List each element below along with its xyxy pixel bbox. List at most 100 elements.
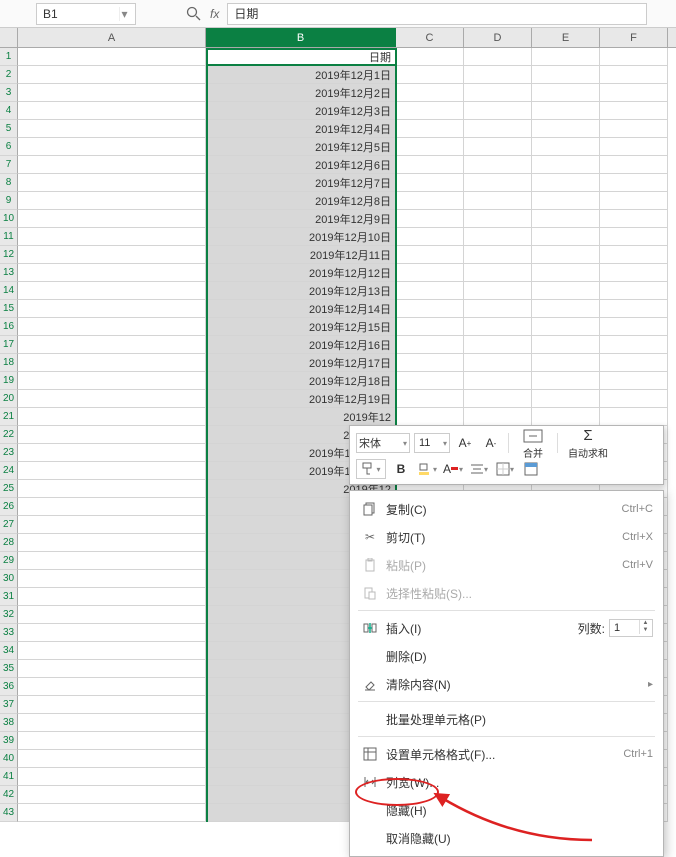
cell[interactable]	[18, 570, 206, 588]
insert-count-spinner[interactable]: 1 ▲▼	[609, 619, 653, 637]
cell[interactable]	[532, 318, 600, 336]
row-header[interactable]: 15	[0, 300, 18, 318]
row-header[interactable]: 33	[0, 624, 18, 642]
cell[interactable]	[532, 174, 600, 192]
cell[interactable]	[18, 192, 206, 210]
cell[interactable]	[396, 246, 464, 264]
cell[interactable]	[532, 408, 600, 426]
cell[interactable]: 2019年12月15日	[206, 318, 396, 336]
cell[interactable]	[600, 156, 668, 174]
row-header[interactable]: 26	[0, 498, 18, 516]
menu-copy[interactable]: 复制(C) Ctrl+C	[350, 495, 663, 523]
cell[interactable]	[600, 390, 668, 408]
fill-color-button[interactable]: ▾	[416, 459, 438, 479]
menu-unhide[interactable]: 取消隐藏(U)	[350, 824, 663, 852]
cell[interactable]	[532, 390, 600, 408]
row-header[interactable]: 36	[0, 678, 18, 696]
row-header[interactable]: 24	[0, 462, 18, 480]
cell[interactable]: 2019年12月5日	[206, 138, 396, 156]
table-style-button[interactable]	[520, 459, 542, 479]
menu-delete[interactable]: 删除(D)	[350, 642, 663, 670]
row-header[interactable]: 8	[0, 174, 18, 192]
select-all-corner[interactable]	[0, 28, 18, 47]
formula-input[interactable]: 日期	[227, 3, 647, 25]
cell[interactable]	[18, 552, 206, 570]
cell[interactable]	[464, 318, 532, 336]
cell[interactable]	[532, 228, 600, 246]
cell[interactable]	[18, 228, 206, 246]
cell[interactable]	[600, 120, 668, 138]
cell[interactable]	[396, 192, 464, 210]
row-header[interactable]: 16	[0, 318, 18, 336]
cell[interactable]: 2019年12月11日	[206, 246, 396, 264]
cell[interactable]	[532, 192, 600, 210]
row-header[interactable]: 28	[0, 534, 18, 552]
cell[interactable]	[532, 210, 600, 228]
cell[interactable]	[396, 318, 464, 336]
fx-icon[interactable]: fx	[210, 7, 219, 21]
cell[interactable]	[600, 102, 668, 120]
cell[interactable]	[18, 84, 206, 102]
cell[interactable]	[464, 264, 532, 282]
row-header[interactable]: 2	[0, 66, 18, 84]
cell[interactable]	[18, 48, 206, 66]
row-header[interactable]: 34	[0, 642, 18, 660]
cell[interactable]	[18, 732, 206, 750]
menu-cut[interactable]: ✂ 剪切(T) Ctrl+X	[350, 523, 663, 551]
cell[interactable]	[18, 264, 206, 282]
cell[interactable]	[464, 300, 532, 318]
row-header[interactable]: 4	[0, 102, 18, 120]
cell[interactable]	[464, 102, 532, 120]
menu-column-width[interactable]: 列宽(W)...	[350, 768, 663, 796]
cell[interactable]	[18, 426, 206, 444]
cell[interactable]	[600, 138, 668, 156]
menu-batch-cells[interactable]: 批量处理单元格(P)	[350, 705, 663, 733]
cell[interactable]	[600, 264, 668, 282]
row-header[interactable]: 43	[0, 804, 18, 822]
cell[interactable]	[18, 606, 206, 624]
col-header-F[interactable]: F	[600, 28, 668, 47]
cell[interactable]: 2019年12月6日	[206, 156, 396, 174]
row-header[interactable]: 9	[0, 192, 18, 210]
cell[interactable]	[532, 372, 600, 390]
cell[interactable]	[18, 408, 206, 426]
cell[interactable]	[464, 372, 532, 390]
cell[interactable]	[18, 498, 206, 516]
cell[interactable]	[532, 102, 600, 120]
cell[interactable]	[18, 372, 206, 390]
font-decrease-button[interactable]: A-	[480, 433, 502, 453]
cell[interactable]: 2019年12月2日	[206, 84, 396, 102]
name-box[interactable]: B1 ▾	[36, 3, 136, 25]
row-header[interactable]: 22	[0, 426, 18, 444]
cell[interactable]	[532, 336, 600, 354]
cell[interactable]	[600, 354, 668, 372]
cell[interactable]	[464, 210, 532, 228]
cell[interactable]	[18, 768, 206, 786]
cell[interactable]: 2019年12月3日	[206, 102, 396, 120]
cell[interactable]	[18, 210, 206, 228]
row-header[interactable]: 37	[0, 696, 18, 714]
cell[interactable]: 2019年12月12日	[206, 264, 396, 282]
cell[interactable]	[600, 372, 668, 390]
cell[interactable]	[396, 84, 464, 102]
cell[interactable]: 2019年12月10日	[206, 228, 396, 246]
cell[interactable]	[18, 786, 206, 804]
row-header[interactable]: 32	[0, 606, 18, 624]
cell[interactable]: 2019年12月13日	[206, 282, 396, 300]
row-header[interactable]: 41	[0, 768, 18, 786]
menu-insert[interactable]: 插入(I) 列数: 1 ▲▼	[350, 614, 663, 642]
cell[interactable]	[464, 66, 532, 84]
cell[interactable]	[464, 354, 532, 372]
font-family-select[interactable]: 宋体 ▾	[356, 433, 410, 453]
name-box-dropdown-icon[interactable]: ▾	[119, 7, 129, 21]
cell[interactable]: 2019年12	[206, 408, 396, 426]
row-header[interactable]: 42	[0, 786, 18, 804]
row-header[interactable]: 13	[0, 264, 18, 282]
row-header[interactable]: 20	[0, 390, 18, 408]
row-header[interactable]: 19	[0, 372, 18, 390]
cell[interactable]	[396, 120, 464, 138]
cell[interactable]	[18, 390, 206, 408]
cell[interactable]	[532, 120, 600, 138]
cell[interactable]: 2019年12月17日	[206, 354, 396, 372]
row-header[interactable]: 31	[0, 588, 18, 606]
